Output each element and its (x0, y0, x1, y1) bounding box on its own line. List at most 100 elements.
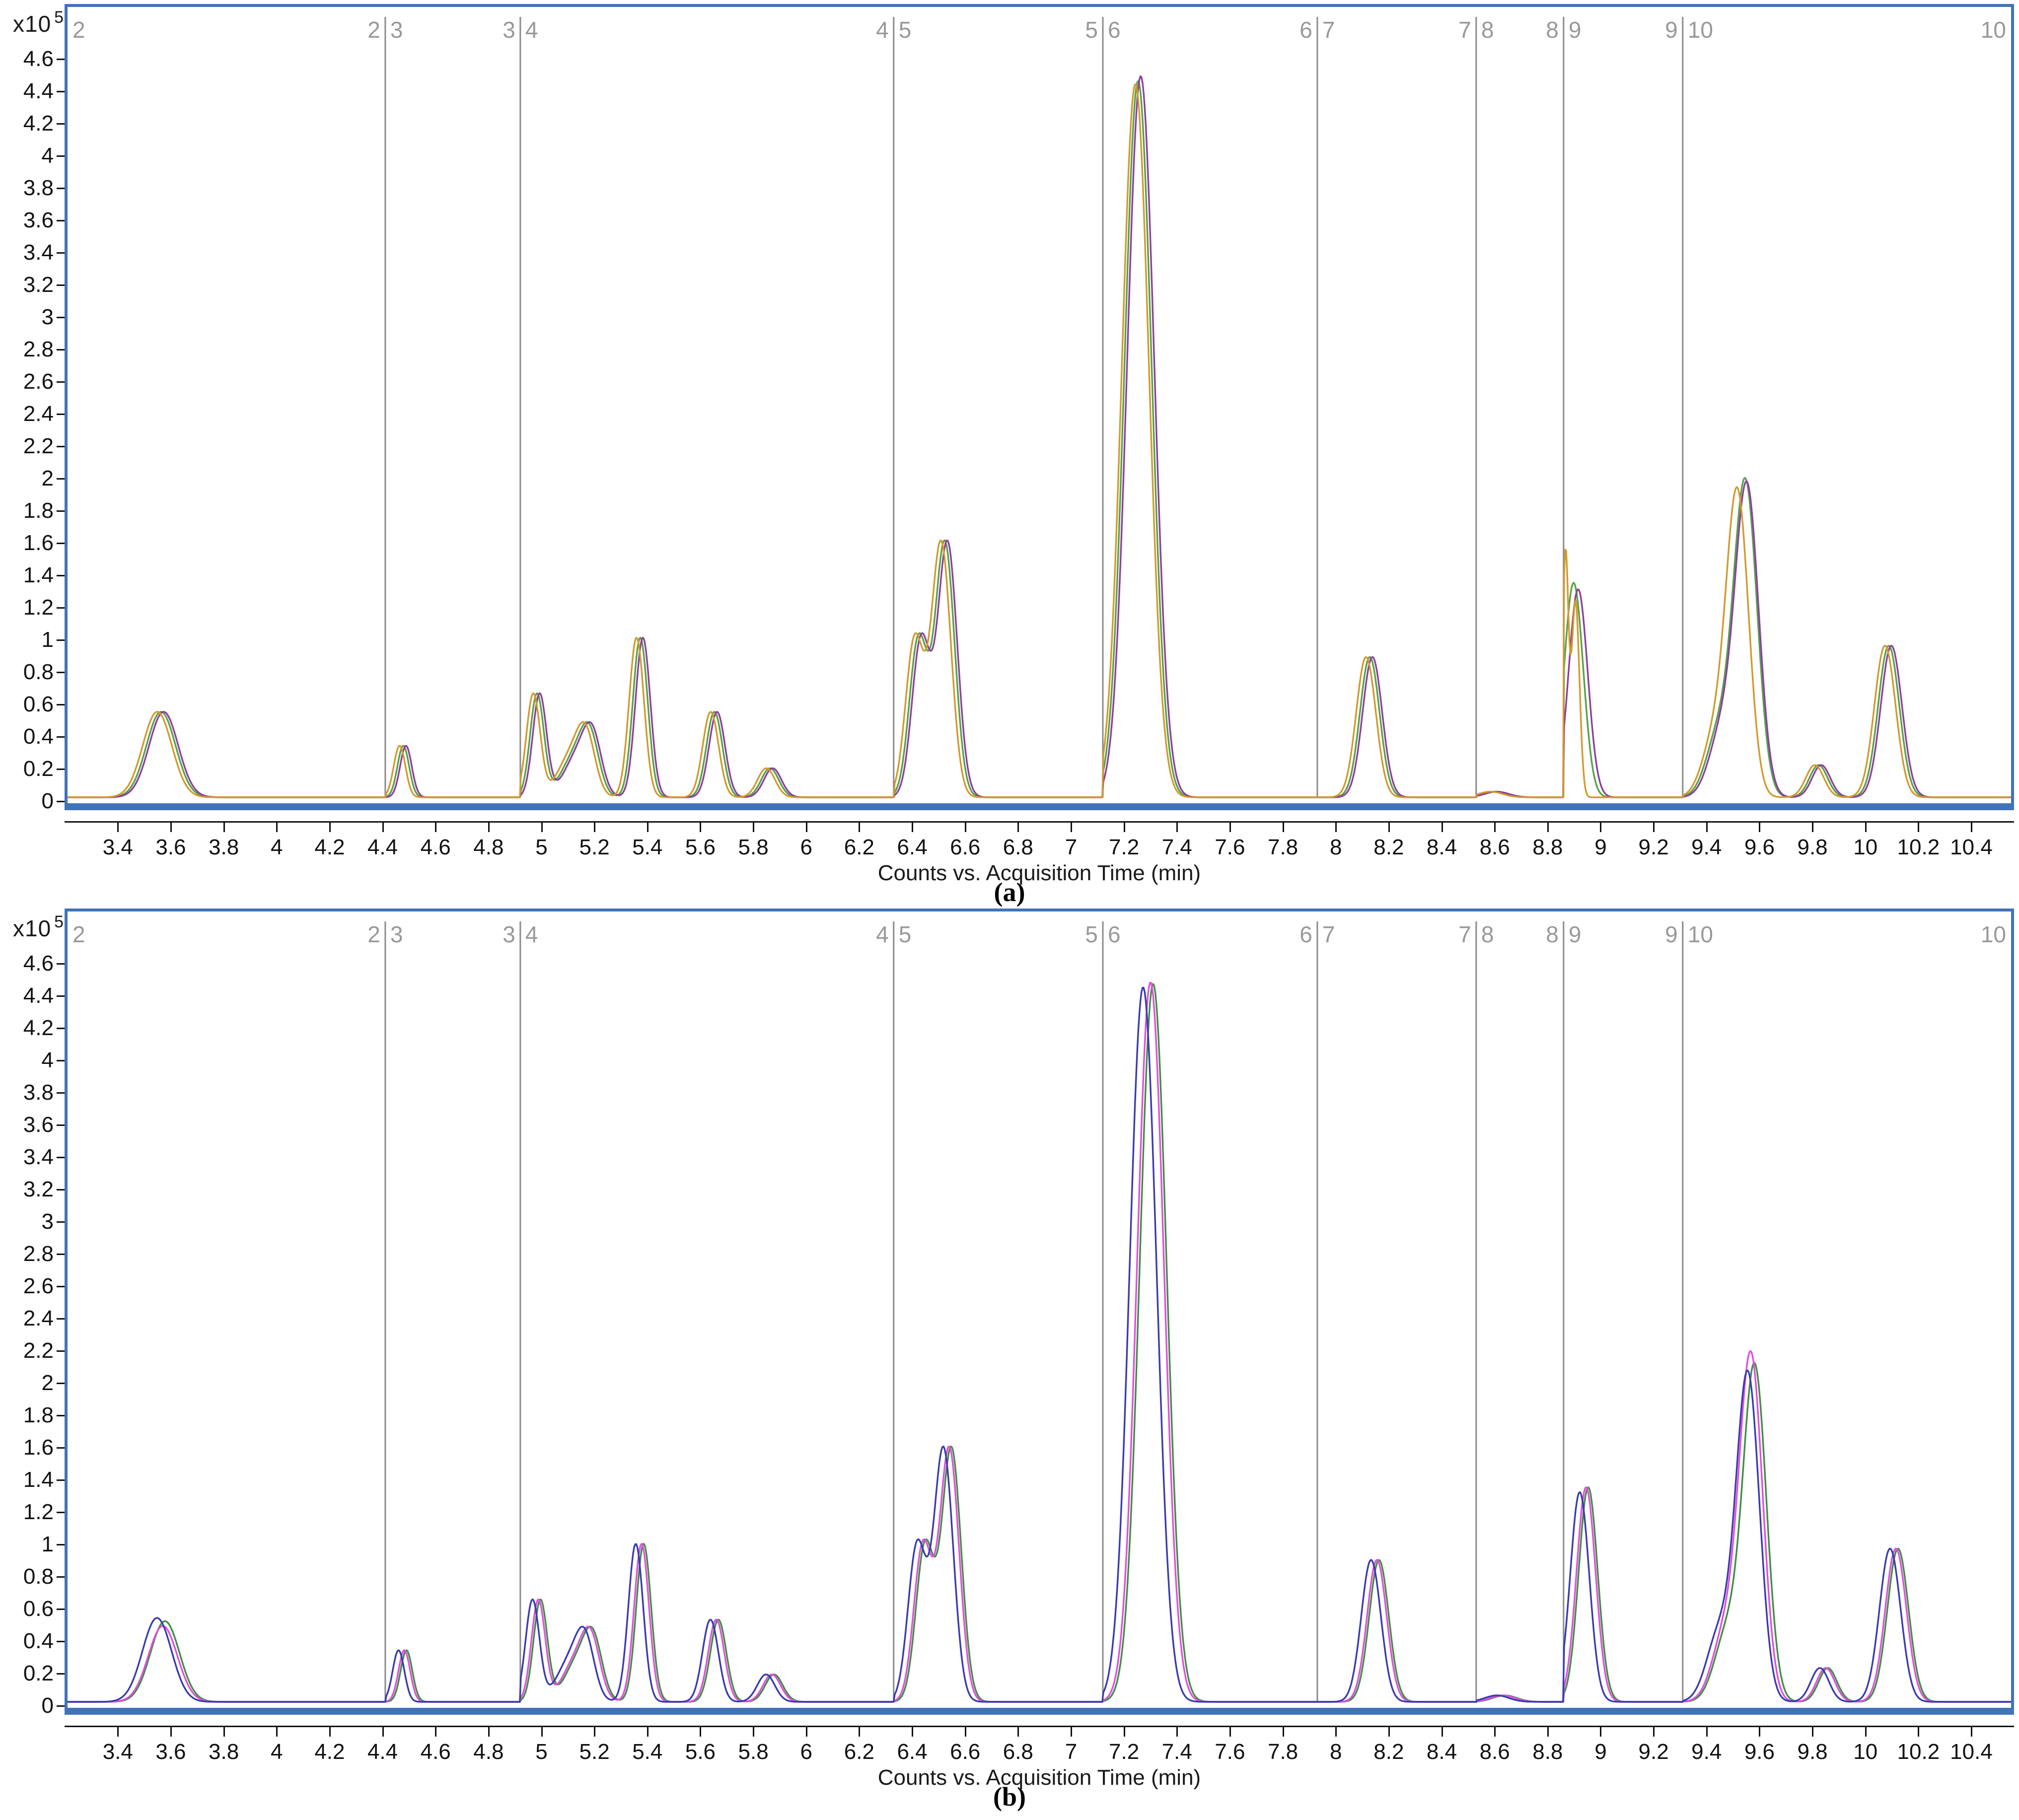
y-tick-mark (57, 1544, 65, 1545)
y-tick-label: 2.8 (2, 1242, 54, 1266)
y-tick-label: 4.4 (2, 79, 54, 103)
y-tick-label: 0.4 (2, 725, 54, 749)
y-tick-mark (57, 575, 65, 576)
segment-label: 7 (1322, 17, 1335, 43)
y-tick-mark (57, 1383, 65, 1384)
segment-label: 3 (390, 17, 403, 43)
segment-label: 3 (503, 921, 515, 947)
y-tick-mark (57, 1512, 65, 1513)
x-tick-mark (1388, 821, 1390, 832)
y-tick-label: 1.4 (2, 563, 54, 587)
y-tick-label: 1 (2, 628, 54, 652)
y-tick-label: 3.8 (2, 1081, 54, 1105)
y-tick-mark (57, 446, 65, 447)
x-tick-mark (1547, 1726, 1549, 1737)
y-tick-label: 0.6 (2, 1597, 54, 1621)
y-tick-mark (57, 317, 65, 318)
segment-label: 10 (1981, 921, 2006, 947)
chromatogram-svg-a: 22334455667788991010 (68, 7, 2011, 803)
x-tick-mark (1388, 1726, 1390, 1737)
y-tick-label: 2.6 (2, 370, 54, 394)
y-tick-label: 3 (2, 1210, 54, 1234)
y-tick-label: 4 (2, 1049, 54, 1072)
y-tick-mark (57, 1641, 65, 1642)
x-tick-mark (435, 1726, 436, 1737)
x-tick-mark (700, 1726, 701, 1737)
y-tick-mark (57, 639, 65, 641)
y-tick-mark (57, 1124, 65, 1126)
y-tick-label: 3 (2, 305, 54, 329)
y-tick-mark (57, 704, 65, 705)
x-tick-mark (1547, 821, 1549, 832)
y-tick-label: 2 (2, 467, 54, 490)
x-tick-mark (1124, 1726, 1125, 1737)
x-tick-label: 10.4 (1937, 835, 2006, 860)
y-tick-label: 0.2 (2, 1662, 54, 1685)
y-tick-label: 4.2 (2, 1016, 54, 1040)
x-tick-mark (753, 821, 754, 832)
x-tick-mark (435, 821, 436, 832)
segment-label: 7 (1322, 921, 1335, 947)
x-tick-mark (806, 821, 807, 832)
y-tick-mark (57, 1189, 65, 1190)
x-axis-a: 3.43.63.844.24.44.64.855.25.45.65.866.26… (65, 815, 2014, 863)
y-tick-label: 0 (2, 789, 54, 813)
y-tick-label: 1.2 (2, 596, 54, 620)
x-tick-mark (223, 1726, 225, 1737)
chromatogram-panel-a: x105 00.20.40.60.811.21.41.61.822.22.42.… (0, 0, 2019, 915)
x-tick-mark (488, 821, 490, 832)
x-tick-mark (1229, 821, 1231, 832)
y-tick-label: 4 (2, 144, 54, 168)
y-tick-mark (57, 188, 65, 189)
x-tick-mark (806, 1726, 807, 1737)
x-axis-b: 3.43.63.844.24.44.64.855.25.45.65.866.26… (65, 1720, 2014, 1767)
y-tick-label: 3.2 (2, 1178, 54, 1201)
y-tick-mark (57, 1157, 65, 1158)
chromatogram-panel-b: x105 00.20.40.60.811.21.41.61.822.22.42.… (0, 905, 2019, 1820)
y-tick-label: 1.4 (2, 1468, 54, 1492)
y-tick-mark (57, 220, 65, 221)
segment-label: 9 (1569, 921, 1582, 947)
y-tick-mark (57, 1028, 65, 1029)
x-tick-mark (965, 1726, 966, 1737)
x-tick-mark (382, 821, 384, 832)
y-tick-mark (57, 963, 65, 965)
segment-label: 7 (1458, 921, 1471, 947)
x-axis-line (65, 1726, 2014, 1727)
segment-label: 8 (1546, 17, 1559, 43)
y-tick-label: 3.2 (2, 273, 54, 297)
x-tick-mark (1124, 821, 1125, 832)
x-tick-mark (1494, 821, 1496, 832)
y-tick-label: 1.6 (2, 531, 54, 555)
x-tick-mark (1971, 821, 1972, 832)
segment-label: 4 (876, 921, 889, 947)
y-tick-mark (57, 1705, 65, 1707)
y-tick-mark (57, 59, 65, 60)
x-tick-mark (700, 821, 701, 832)
segment-label: 4 (525, 921, 538, 947)
x-tick-mark (541, 821, 543, 832)
y-tick-label: 1.6 (2, 1436, 54, 1460)
y-tick-mark (57, 1609, 65, 1610)
y-tick-label: 0 (2, 1694, 54, 1718)
y-tick-label: 0.8 (2, 660, 54, 684)
x-tick-mark (117, 1726, 119, 1737)
segment-label: 6 (1108, 17, 1121, 43)
x-tick-mark (1494, 1726, 1496, 1737)
y-tick-label: 3.8 (2, 176, 54, 200)
plot-area-b: 22334455667788991010 (65, 909, 2014, 1715)
segment-label: 2 (367, 17, 380, 43)
y-tick-mark (57, 995, 65, 997)
segment-label: 9 (1569, 17, 1582, 43)
x-tick-mark (1706, 1726, 1708, 1737)
x-tick-mark (859, 821, 860, 832)
y-tick-mark (57, 1479, 65, 1481)
y-tick-label: 2.4 (2, 402, 54, 426)
y-tick-label: 4.6 (2, 952, 54, 976)
x-tick-mark (594, 821, 595, 832)
y-tick-label: 2.4 (2, 1307, 54, 1330)
y-tick-label: 2.8 (2, 338, 54, 361)
trace-replicate-green (68, 81, 2011, 797)
x-tick-mark (276, 1726, 278, 1737)
x-tick-mark (223, 821, 225, 832)
